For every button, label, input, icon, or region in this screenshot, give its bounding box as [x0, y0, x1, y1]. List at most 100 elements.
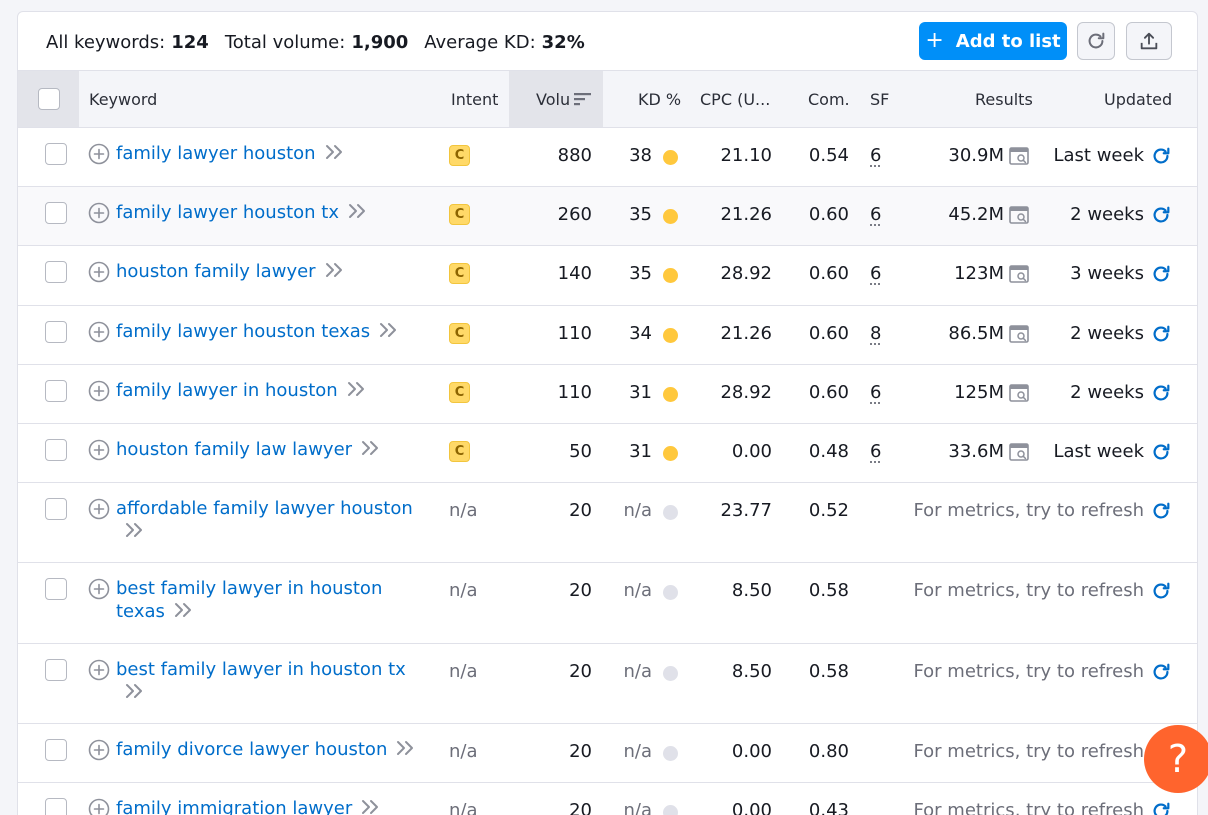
- add-keyword-icon[interactable]: [88, 202, 110, 224]
- column-intent[interactable]: Intent: [451, 71, 498, 127]
- keyword-link[interactable]: best family lawyer in houston texas: [116, 577, 418, 623]
- serp-features-count[interactable]: 6: [870, 203, 881, 227]
- table-row: best family lawyer in houston texas n/a 20…: [18, 563, 1198, 644]
- column-com[interactable]: Com.: [808, 71, 850, 127]
- add-keyword-icon[interactable]: [88, 143, 110, 165]
- serp-preview-icon[interactable]: [1009, 147, 1029, 165]
- competition-value: 0.60: [788, 322, 849, 346]
- chevrons-right-icon[interactable]: [360, 799, 382, 815]
- add-keyword-icon[interactable]: [88, 498, 110, 520]
- keyword-link[interactable]: family lawyer houston texas: [116, 320, 400, 343]
- serp-features-count[interactable]: 6: [870, 440, 881, 464]
- row-checkbox[interactable]: [45, 202, 67, 224]
- keyword-link[interactable]: family lawyer houston tx: [116, 201, 369, 224]
- keyword-link[interactable]: family immigration lawyer: [116, 797, 382, 815]
- keyword-text: family immigration lawyer: [116, 798, 352, 815]
- chevrons-right-icon[interactable]: [124, 522, 146, 538]
- keyword-link[interactable]: best family lawyer in houston tx: [116, 658, 418, 704]
- refresh-row-icon[interactable]: [1150, 661, 1172, 683]
- volume-value: 20: [518, 740, 592, 764]
- row-checkbox-cell: [45, 659, 67, 688]
- keyword-link[interactable]: affordable family lawyer houston: [116, 497, 418, 543]
- serp-features-count[interactable]: 8: [870, 322, 881, 346]
- refresh-row-icon[interactable]: [1150, 204, 1172, 226]
- keyword-link[interactable]: family lawyer houston: [116, 142, 346, 165]
- add-keyword-icon[interactable]: [88, 798, 110, 815]
- row-checkbox[interactable]: [45, 739, 67, 761]
- chevrons-right-icon[interactable]: [360, 440, 382, 456]
- chevrons-right-icon[interactable]: [347, 203, 369, 219]
- serp-preview-icon[interactable]: [1009, 384, 1029, 402]
- row-checkbox[interactable]: [45, 380, 67, 402]
- serp-preview-icon[interactable]: [1009, 265, 1029, 283]
- select-all-checkbox[interactable]: [38, 88, 60, 110]
- row-checkbox[interactable]: [45, 261, 67, 283]
- row-checkbox[interactable]: [45, 439, 67, 461]
- table-row: family lawyer houston C 880 38 21.10 0.54 6 30.…: [18, 128, 1198, 187]
- intent-value: n/a: [449, 799, 478, 815]
- cpc-value: 28.92: [688, 262, 772, 286]
- column-sf[interactable]: SF: [870, 71, 889, 127]
- serp-preview-icon[interactable]: [1009, 206, 1029, 224]
- row-checkbox-cell: [45, 202, 67, 231]
- refresh-row-icon[interactable]: [1150, 145, 1172, 167]
- add-keyword-icon[interactable]: [88, 739, 110, 761]
- row-checkbox[interactable]: [45, 578, 67, 600]
- keyword-link[interactable]: houston family law lawyer: [116, 438, 382, 461]
- all-keywords-stat: All keywords: 124: [46, 32, 209, 53]
- column-keyword[interactable]: Keyword: [89, 71, 157, 127]
- row-checkbox[interactable]: [45, 143, 67, 165]
- add-keyword-icon[interactable]: [88, 439, 110, 461]
- chevrons-right-icon[interactable]: [173, 602, 195, 618]
- add-keyword-icon[interactable]: [88, 659, 110, 681]
- keyword-link[interactable]: family divorce lawyer houston: [116, 738, 417, 761]
- kd-value: n/a: [608, 799, 652, 815]
- chevrons-right-icon[interactable]: [378, 322, 400, 338]
- chevrons-right-icon[interactable]: [124, 683, 146, 699]
- keyword-text: affordable family lawyer houston: [116, 498, 413, 519]
- help-button[interactable]: ?: [1144, 725, 1208, 793]
- keyword-cell: family lawyer houston: [88, 142, 418, 165]
- refresh-row-icon[interactable]: [1150, 500, 1172, 522]
- keyword-cell: family immigration lawyer: [88, 797, 418, 815]
- refresh-row-icon[interactable]: [1150, 263, 1172, 285]
- add-keyword-icon[interactable]: [88, 380, 110, 402]
- refresh-row-icon[interactable]: [1150, 441, 1172, 463]
- column-results[interactable]: Results: [975, 71, 1033, 127]
- serp-preview-icon[interactable]: [1009, 325, 1029, 343]
- row-checkbox[interactable]: [45, 798, 67, 815]
- refresh-row-icon[interactable]: [1150, 323, 1172, 345]
- refresh-row-icon[interactable]: [1150, 580, 1172, 602]
- add-to-list-button[interactable]: + Add to list: [919, 22, 1067, 60]
- serp-features-count[interactable]: 6: [870, 262, 881, 286]
- chevrons-right-icon[interactable]: [346, 381, 368, 397]
- chevrons-right-icon[interactable]: [324, 262, 346, 278]
- row-checkbox[interactable]: [45, 498, 67, 520]
- column-cpc[interactable]: CPC (U...: [700, 71, 776, 127]
- add-keyword-icon[interactable]: [88, 261, 110, 283]
- export-button[interactable]: [1126, 22, 1172, 60]
- volume-value: 20: [518, 799, 592, 815]
- serp-preview-icon[interactable]: [1009, 443, 1029, 461]
- add-keyword-icon[interactable]: [88, 321, 110, 343]
- refresh-row-icon[interactable]: [1150, 800, 1172, 815]
- serp-features-count[interactable]: 6: [870, 144, 881, 168]
- competition-value: 0.60: [788, 203, 849, 227]
- keyword-link[interactable]: family lawyer in houston: [116, 379, 368, 402]
- row-checkbox[interactable]: [45, 659, 67, 681]
- column-kd[interactable]: KD %: [638, 71, 681, 127]
- row-checkbox[interactable]: [45, 321, 67, 343]
- column-volume[interactable]: Volu: [509, 71, 603, 127]
- cpc-value: 8.50: [688, 579, 772, 603]
- refresh-row-icon[interactable]: [1150, 382, 1172, 404]
- refresh-metrics-message: For metrics, try to refresh: [898, 740, 1144, 764]
- keyword-link[interactable]: houston family lawyer: [116, 260, 346, 283]
- row-checkbox-cell: [45, 439, 67, 468]
- chevrons-right-icon[interactable]: [324, 144, 346, 160]
- chevrons-right-icon[interactable]: [395, 740, 417, 756]
- keyword-text: best family lawyer in houston texas: [116, 578, 382, 622]
- column-updated[interactable]: Updated: [1104, 71, 1172, 127]
- add-keyword-icon[interactable]: [88, 578, 110, 600]
- serp-features-count[interactable]: 6: [870, 381, 881, 405]
- refresh-button[interactable]: [1077, 22, 1115, 60]
